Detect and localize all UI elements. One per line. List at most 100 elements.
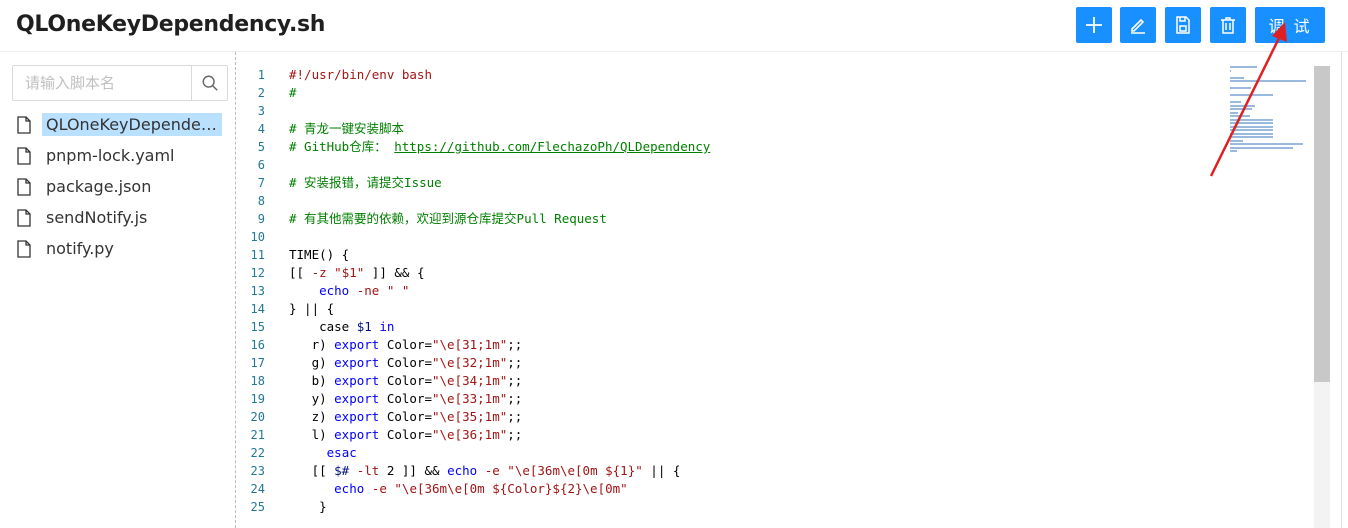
- delete-icon: [1221, 17, 1235, 34]
- code-line: #!/usr/bin/env bash: [289, 66, 1209, 84]
- plus-icon: [1086, 17, 1102, 33]
- code-token: https://github.com/FlechazoPh/QLDependen…: [394, 139, 711, 154]
- code-line: r) export Color="\e[31;1m";;: [289, 336, 1209, 354]
- debug-button[interactable]: 调 试: [1255, 7, 1325, 43]
- code-token: Color=: [379, 427, 432, 442]
- code-token: ;;: [507, 337, 523, 352]
- file-item-package-json[interactable]: package.json: [16, 171, 226, 202]
- code-token: Color=: [379, 391, 432, 406]
- line-number: 18: [250, 374, 265, 388]
- line-number: 19: [250, 392, 265, 406]
- code-line: esac: [289, 444, 1209, 462]
- code-token: "\e[36;1m": [432, 427, 508, 442]
- code-token: ;;: [507, 409, 523, 424]
- code-token: "\e[36m\e[0m ${1}": [507, 463, 643, 478]
- edit-button[interactable]: [1120, 7, 1156, 43]
- code-line: }: [289, 498, 1209, 516]
- code-token: } || {: [289, 301, 335, 316]
- search-box: [12, 65, 228, 101]
- code-token: -ne: [356, 283, 380, 298]
- code-line: [[ -z "$1" ]] && {: [289, 264, 1209, 282]
- code-token: -e: [371, 481, 387, 496]
- search-input[interactable]: [13, 66, 191, 100]
- minimap-line: [1230, 139, 1243, 142]
- code-token: ;;: [507, 427, 523, 442]
- code-token: 2 ]] &&: [379, 463, 448, 478]
- line-number: 16: [250, 338, 265, 352]
- save-button[interactable]: [1165, 7, 1201, 43]
- minimap-line: [1230, 76, 1244, 79]
- file-name: pnpm-lock.yaml: [46, 146, 175, 165]
- line-number: 12: [250, 266, 265, 280]
- code-area[interactable]: #!/usr/bin/env bash # # 青龙一键安装脚本 # GitHub仓库…: [289, 66, 1209, 516]
- code-token: Color=: [379, 337, 432, 352]
- code-token: export: [334, 373, 380, 388]
- file-item-pnpm-lock[interactable]: pnpm-lock.yaml: [16, 140, 226, 171]
- code-token: b): [289, 373, 335, 388]
- code-token: $#: [334, 463, 350, 478]
- code-token: l): [289, 427, 335, 442]
- add-button[interactable]: [1076, 7, 1112, 43]
- code-token: esac: [326, 445, 357, 460]
- code-editor[interactable]: 1 2 3 4 5 6 7 8 9 10 11 12 13 14 15 16 17 18 19 20 21 22 23 24 2…: [237, 52, 1348, 528]
- minimap[interactable]: [1230, 66, 1314, 186]
- line-number: 17: [250, 356, 265, 370]
- search-button[interactable]: [191, 66, 227, 100]
- code-token: "$1": [334, 265, 365, 280]
- code-token: export: [334, 391, 380, 406]
- code-line: # GitHub仓库： https://github.com/FlechazoP…: [289, 138, 1209, 156]
- line-number: 5: [257, 140, 265, 154]
- line-number-gutter: 1 2 3 4 5 6 7 8 9 10 11 12 13 14 15 16 17 18 19 20 21 22 23 24 2…: [237, 66, 265, 516]
- code-token: echo: [447, 463, 478, 478]
- code-token: $1: [356, 319, 372, 334]
- line-number: 2: [257, 86, 265, 100]
- code-token: Color=: [379, 409, 432, 424]
- minimap-line: [1230, 136, 1274, 138]
- code-token: "\e[33;1m": [432, 391, 508, 406]
- line-number: 8: [257, 194, 265, 208]
- file-name: sendNotify.js: [46, 208, 148, 227]
- header: QLOneKeyDependency.sh 调 试: [0, 0, 1348, 52]
- code-token: "\e[34;1m": [432, 373, 508, 388]
- line-number: 6: [257, 158, 265, 172]
- code-token: ;;: [507, 373, 523, 388]
- code-token: export: [334, 337, 380, 352]
- line-number: 10: [250, 230, 265, 244]
- code-line: g) export Color="\e[32;1m";;: [289, 354, 1209, 372]
- code-token: # 安装报错，请提交Issue: [289, 175, 442, 190]
- file-item-notify-py[interactable]: notify.py: [16, 233, 226, 264]
- minimap-line: [1230, 146, 1293, 149]
- file-item-sendnotify[interactable]: sendNotify.js: [16, 202, 226, 233]
- code-token: "\e[31;1m": [432, 337, 508, 352]
- code-token: # 青龙一键安装脚本: [289, 121, 405, 136]
- line-number: 14: [250, 302, 265, 316]
- minimap-line: [1230, 118, 1274, 121]
- line-number: 24: [250, 482, 265, 496]
- code-line: z) export Color="\e[35;1m";;: [289, 408, 1209, 426]
- scrollbar-thumb[interactable]: [1314, 66, 1330, 382]
- minimap-line: [1230, 69, 1232, 72]
- code-line: b) export Color="\e[34;1m";;: [289, 372, 1209, 390]
- code-token: -e: [484, 463, 500, 478]
- code-token: # GitHub仓库：: [289, 139, 395, 154]
- code-token: g): [289, 355, 335, 370]
- minimap-line: [1230, 87, 1251, 89]
- code-token: # 有其他需要的依赖，欢迎到源仓库提交Pull Request: [289, 211, 607, 226]
- code-line: TIME() {: [289, 246, 1209, 264]
- file-item-qlonekeydependency[interactable]: QLOneKeyDependency.sh: [16, 109, 226, 140]
- code-token: [[: [289, 463, 335, 478]
- line-number: 25: [250, 500, 265, 514]
- code-token: " ": [386, 283, 410, 298]
- code-token: ]] && {: [364, 265, 425, 280]
- line-number: 13: [250, 284, 265, 298]
- delete-button[interactable]: [1210, 7, 1246, 43]
- code-token: -lt: [356, 463, 380, 478]
- code-line: # 安装报错，请提交Issue: [289, 174, 1209, 192]
- code-line: # 有其他需要的依赖，欢迎到源仓库提交Pull Request: [289, 210, 1209, 228]
